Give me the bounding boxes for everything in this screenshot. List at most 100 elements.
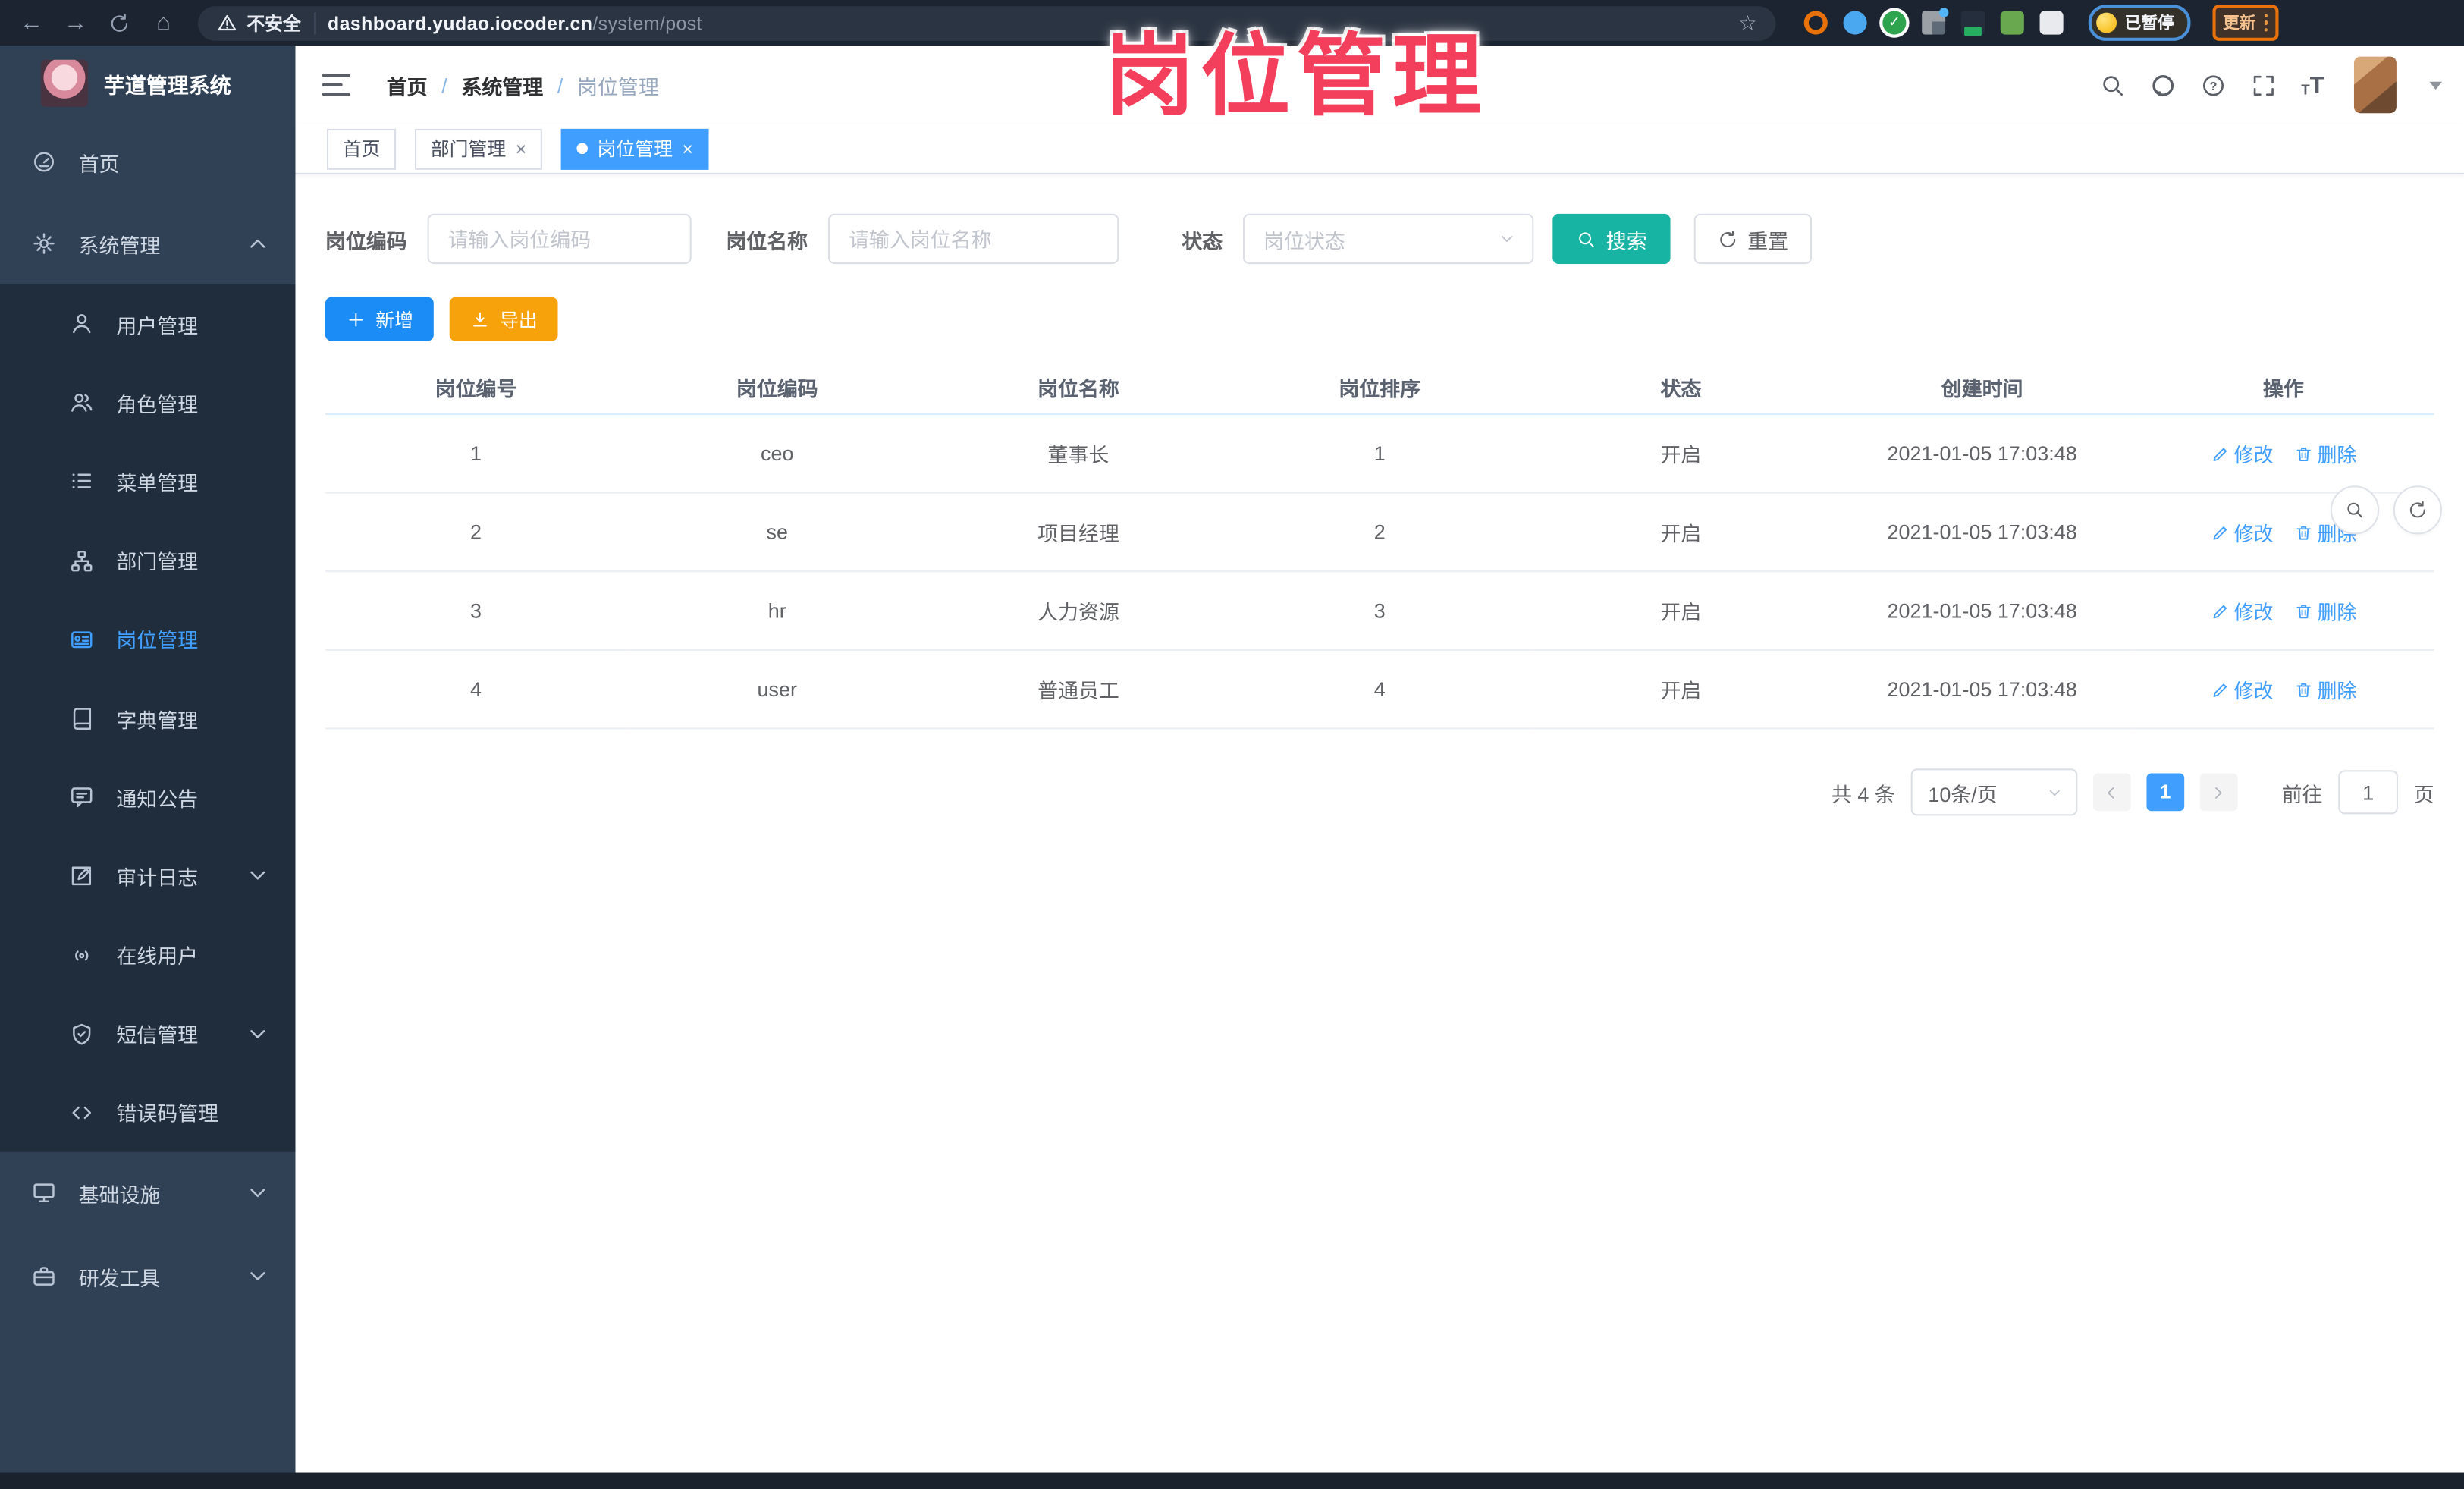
next-page-button[interactable]	[2199, 773, 2238, 812]
address-bar[interactable]: 不安全 dashboard.yudao.iocoder.cn/system/po…	[198, 5, 1776, 40]
cell-name: 董事长	[928, 413, 1229, 494]
add-button[interactable]: 新增	[325, 297, 434, 341]
sidebar-item-error-codes[interactable]: 错误码管理	[0, 1073, 296, 1152]
url-path: /system/post	[592, 11, 702, 34]
breadcrumb-system[interactable]: 系统管理	[461, 70, 543, 99]
refresh-table-button[interactable]	[2393, 485, 2442, 535]
reset-button[interactable]: 重置	[1693, 213, 1813, 265]
delete-link[interactable]: 删除	[2293, 438, 2356, 468]
edit-link[interactable]: 修改	[2211, 674, 2273, 704]
edit-link[interactable]: 修改	[2211, 595, 2273, 625]
status-label: 状态	[1182, 228, 1223, 253]
browser-menu-icon[interactable]	[2263, 14, 2268, 32]
sidebar: 芋道管理系统 首页 系统管理 用户管理 角色管理 菜单管理 部门管理 岗位管理 …	[0, 46, 296, 1489]
tab-departments[interactable]: 部门管理 ×	[415, 127, 542, 169]
hamburger-icon[interactable]	[322, 74, 351, 96]
extension-userscript-icon[interactable]	[1960, 11, 1985, 36]
paused-badge[interactable]: 已暂停	[2088, 5, 2190, 41]
cell-code: hr	[626, 571, 928, 651]
page-number-1[interactable]: 1	[2146, 773, 2185, 812]
export-button[interactable]: 导出	[449, 297, 558, 341]
chevron-down-icon	[245, 863, 270, 888]
github-icon[interactable]	[2150, 71, 2177, 98]
sidebar-item-label: 审计日志	[116, 865, 199, 890]
sidebar-item-dict[interactable]: 字典管理	[0, 679, 296, 758]
breadcrumb-home[interactable]: 首页	[387, 70, 428, 99]
sidebar-item-notice[interactable]: 通知公告	[0, 758, 296, 837]
sidebar-item-dev-tools[interactable]: 研发工具	[0, 1234, 296, 1319]
extension-grid-icon[interactable]	[1922, 8, 1949, 35]
sidebar-item-posts[interactable]: 岗位管理	[0, 600, 296, 679]
cell-created: 2021-01-05 17:03:48	[1832, 413, 2133, 494]
close-icon[interactable]: ×	[682, 137, 693, 159]
col-header-actions: 操作	[2133, 361, 2434, 416]
post-name-input[interactable]	[828, 213, 1119, 265]
sidebar-item-system[interactable]: 系统管理	[0, 203, 296, 284]
caret-down-icon[interactable]	[2429, 80, 2442, 90]
extension-pin-icon[interactable]	[1843, 11, 1867, 35]
extensions-puzzle-icon[interactable]	[2039, 11, 2064, 35]
cell-status: 开启	[1530, 571, 1832, 651]
toggle-search-button[interactable]	[2330, 485, 2380, 535]
cell-name: 项目经理	[928, 492, 1229, 573]
sidebar-item-menus[interactable]: 菜单管理	[0, 442, 296, 521]
goto-page-input[interactable]	[2338, 770, 2398, 815]
edit-link[interactable]: 修改	[2211, 517, 2273, 547]
reset-button-label: 重置	[1747, 228, 1789, 253]
page-size-select[interactable]: 10条/页	[1910, 768, 2078, 816]
sidebar-item-users[interactable]: 用户管理	[0, 284, 296, 363]
font-size-icon[interactable]: TT	[2301, 73, 2324, 96]
sidebar-item-label: 字典管理	[116, 708, 199, 732]
table-tools	[2330, 485, 2442, 535]
delete-link[interactable]: 删除	[2293, 595, 2356, 625]
post-name-label: 岗位名称	[726, 228, 808, 253]
help-icon[interactable]: ?	[2201, 71, 2227, 98]
cell-id: 2	[325, 492, 627, 573]
bookmark-star-icon[interactable]: ☆	[1738, 10, 1756, 35]
sidebar-item-roles[interactable]: 角色管理	[0, 363, 296, 442]
delete-link[interactable]: 删除	[2293, 674, 2356, 704]
sidebar-item-infrastructure[interactable]: 基础设施	[0, 1152, 296, 1234]
sidebar-item-audit-log[interactable]: 审计日志	[0, 837, 296, 916]
total-count: 共 4 条	[1831, 781, 1895, 806]
close-icon[interactable]: ×	[516, 137, 527, 159]
goto-label: 前往	[2281, 781, 2323, 806]
security-status[interactable]: 不安全	[217, 10, 301, 35]
browser-home-icon[interactable]: ⌂	[145, 4, 183, 42]
browser-forward-icon[interactable]: →	[57, 4, 95, 42]
org-tree-icon	[71, 550, 93, 571]
user-avatar[interactable]	[2353, 56, 2397, 114]
table-toolbar: 新增 导出	[325, 297, 2434, 341]
extension-orange-icon[interactable]	[1803, 11, 1828, 35]
post-code-input[interactable]	[427, 213, 692, 265]
browser-reload-icon[interactable]	[101, 4, 139, 42]
app-logo[interactable]: 芋道管理系统	[0, 46, 296, 121]
edit-link[interactable]: 修改	[2211, 438, 2273, 468]
extension-check-icon[interactable]: ✓	[1882, 11, 1907, 35]
browser-back-icon[interactable]: ←	[13, 4, 51, 42]
sidebar-item-label: 短信管理	[116, 1023, 199, 1048]
sidebar-item-departments[interactable]: 部门管理	[0, 521, 296, 600]
url-text: dashboard.yudao.iocoder.cn/system/post	[328, 12, 702, 34]
col-header-status: 状态	[1530, 361, 1832, 416]
status-select[interactable]: 岗位状态	[1243, 213, 1534, 265]
tab-label: 岗位管理	[597, 138, 673, 161]
sidebar-item-label: 错误码管理	[116, 1102, 219, 1126]
tab-posts[interactable]: 岗位管理 ×	[560, 127, 709, 169]
chevron-down-icon	[2049, 789, 2060, 796]
extension-leaf-icon[interactable]	[2000, 11, 2024, 35]
table-row: 1 ceo 董事长 1 开启 2021-01-05 17:03:48 修改 删除	[325, 413, 2434, 494]
sidebar-item-home[interactable]: 首页	[0, 121, 296, 203]
fullscreen-icon[interactable]	[2251, 71, 2277, 98]
svg-text:?: ?	[2210, 79, 2218, 93]
breadcrumb-separator: /	[557, 73, 563, 97]
search-button[interactable]: 搜索	[1552, 213, 1671, 265]
cell-id: 3	[325, 571, 627, 651]
browser-update-button[interactable]: 更新	[2211, 5, 2279, 41]
watermark-title: 岗位管理	[1104, 27, 1489, 127]
sidebar-item-online-users[interactable]: 在线用户	[0, 916, 296, 994]
tab-home[interactable]: 首页	[326, 127, 397, 169]
search-icon[interactable]	[2100, 71, 2127, 98]
prev-page-button[interactable]	[2092, 773, 2131, 812]
sidebar-item-sms[interactable]: 短信管理	[0, 994, 296, 1073]
